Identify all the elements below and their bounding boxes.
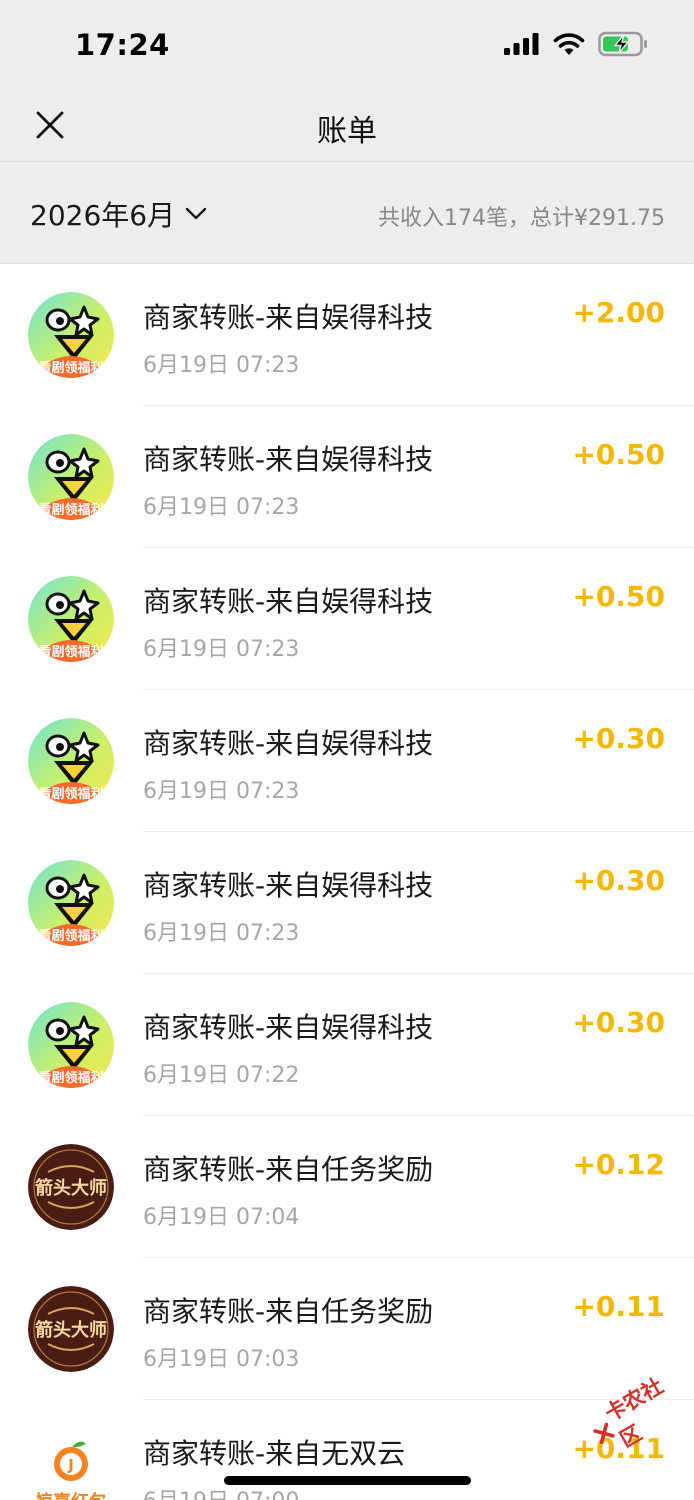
transaction-row[interactable]: 看剧领福利 商家转账-来自娱得科技 6月19日 07:22 +0.30 [0, 974, 694, 1116]
transaction-row[interactable]: 看剧领福利 商家转账-来自娱得科技 6月19日 07:23 +0.30 [0, 832, 694, 974]
transaction-list: 看剧领福利 商家转账-来自娱得科技 6月19日 07:23 +2.00 看剧领福利 商家转… [0, 264, 694, 1500]
arrow-master-avatar: 箭头大师 [28, 1144, 114, 1230]
svg-text:箭头大师: 箭头大师 [35, 1177, 107, 1199]
top-area: 17:24 账单 [0, 0, 694, 162]
transaction-row[interactable]: 箭头大师 商家转账-来自任务奖励 6月19日 07:04 +0.12 [0, 1116, 694, 1258]
month-picker[interactable]: 2026年6月 [30, 194, 207, 234]
surprise-redpacket-avatar: J 惊喜红包 [28, 1428, 114, 1500]
wifi-icon [553, 33, 585, 55]
transaction-amount: +2.00 [572, 296, 665, 329]
transaction-date: 6月19日 07:04 [143, 1205, 300, 1230]
svg-text:看剧领福利: 看剧领福利 [38, 928, 103, 944]
svg-text:看剧领福利: 看剧领福利 [38, 786, 103, 802]
svg-text:箭头大师: 箭头大师 [35, 1319, 107, 1341]
status-time: 17:24 [75, 28, 170, 62]
svg-text:看剧领福利: 看剧领福利 [38, 360, 103, 376]
nav-bar: 账单 [0, 90, 694, 162]
transaction-title: 商家转账-来自娱得科技 [143, 443, 434, 476]
drama-app-avatar: 看剧领福利 [28, 860, 114, 946]
transaction-date: 6月19日 07:23 [143, 495, 300, 520]
transaction-title: 商家转账-来自娱得科技 [143, 1011, 434, 1044]
transaction-title: 商家转账-来自无双云 [143, 1437, 406, 1470]
svg-text:惊喜红包: 惊喜红包 [35, 1491, 107, 1500]
svg-text:看剧领福利: 看剧领福利 [38, 502, 103, 518]
transaction-title: 商家转账-来自任务奖励 [143, 1153, 434, 1186]
drama-app-avatar: 看剧领福利 [28, 718, 114, 804]
arrow-master-avatar: 箭头大师 [28, 1286, 114, 1372]
battery-charging-icon [598, 31, 647, 57]
transaction-title: 商家转账-来自娱得科技 [143, 585, 434, 618]
drama-app-avatar: 看剧领福利 [28, 434, 114, 520]
chevron-down-icon [185, 207, 207, 220]
transaction-amount: +0.11 [572, 1290, 665, 1323]
drama-app-avatar: 看剧领福利 [28, 292, 114, 378]
home-indicator [224, 1476, 471, 1485]
transaction-row[interactable]: 看剧领福利 商家转账-来自娱得科技 6月19日 07:23 +2.00 [0, 264, 694, 406]
transaction-amount: +0.50 [572, 438, 665, 471]
svg-text:看剧领福利: 看剧领福利 [38, 644, 103, 660]
transaction-amount: +0.30 [572, 722, 665, 755]
status-icons [504, 31, 648, 57]
svg-text:J: J [67, 1456, 74, 1474]
cellular-signal-icon [504, 33, 539, 55]
transaction-amount: +0.30 [572, 1006, 665, 1039]
month-label: 2026年6月 [30, 199, 176, 232]
transaction-title: 商家转账-来自娱得科技 [143, 727, 434, 760]
transaction-amount: +0.50 [572, 580, 665, 613]
transaction-date: 6月19日 07:23 [143, 637, 300, 662]
page-title: 账单 [317, 114, 377, 149]
transaction-amount: +0.12 [572, 1148, 665, 1181]
transaction-date: 6月19日 07:23 [143, 779, 300, 804]
transaction-row[interactable]: 看剧领福利 商家转账-来自娱得科技 6月19日 07:23 +0.50 [0, 548, 694, 690]
svg-text:看剧领福利: 看剧领福利 [38, 1070, 103, 1086]
transaction-title: 商家转账-来自娱得科技 [143, 301, 434, 334]
transaction-date: 6月19日 07:23 [143, 921, 300, 946]
drama-app-avatar: 看剧领福利 [28, 1002, 114, 1088]
transaction-date: 6月19日 07:00 [143, 1483, 299, 1500]
transaction-date: 6月19日 07:23 [143, 353, 300, 378]
transaction-date: 6月19日 07:22 [143, 1063, 300, 1088]
status-bar: 17:24 [0, 0, 694, 90]
transaction-date: 6月19日 07:03 [143, 1347, 300, 1372]
transaction-amount: +0.30 [572, 864, 665, 897]
income-summary: 共收入174笔，总计¥291.75 [378, 206, 665, 231]
transaction-row[interactable]: 看剧领福利 商家转账-来自娱得科技 6月19日 07:23 +0.50 [0, 406, 694, 548]
transaction-row[interactable]: 看剧领福利 商家转账-来自娱得科技 6月19日 07:23 +0.30 [0, 690, 694, 832]
summary-bar: 2026年6月 共收入174笔，总计¥291.75 [0, 162, 694, 264]
drama-app-avatar: 看剧领福利 [28, 576, 114, 662]
transaction-title: 商家转账-来自任务奖励 [143, 1295, 434, 1328]
transaction-title: 商家转账-来自娱得科技 [143, 869, 434, 902]
transaction-row[interactable]: 箭头大师 商家转账-来自任务奖励 6月19日 07:03 +0.11 [0, 1258, 694, 1400]
